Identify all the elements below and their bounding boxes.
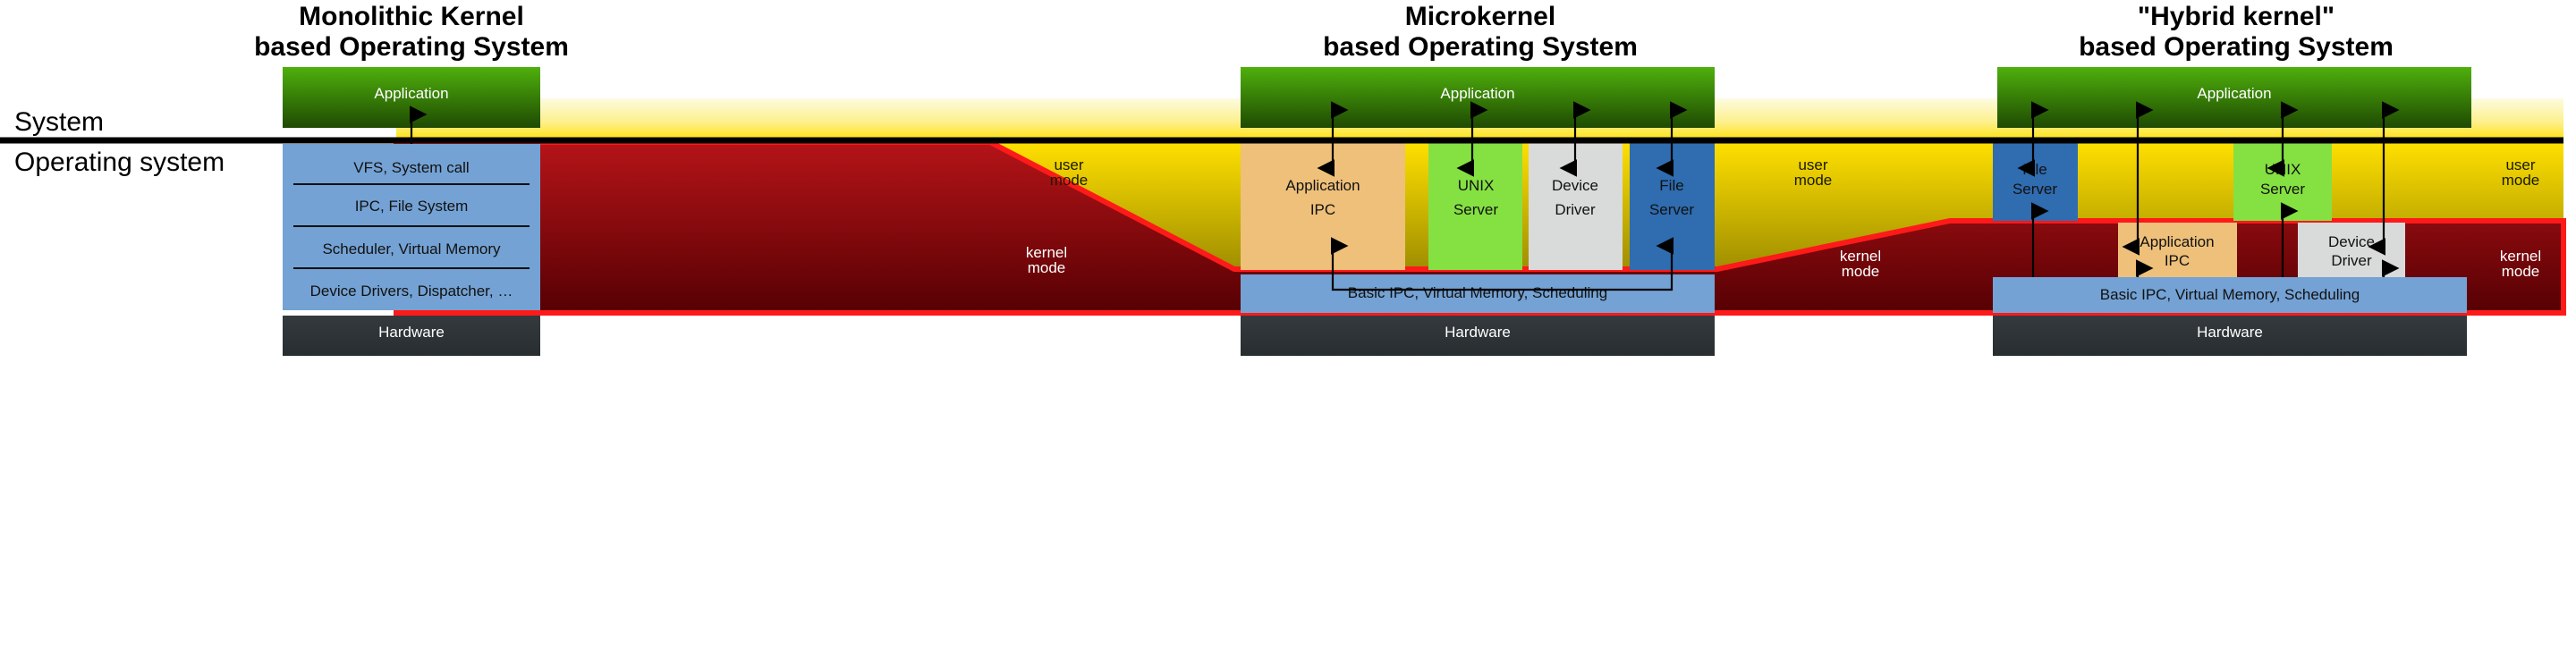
kernel-layer-label: VFS, System call: [353, 159, 469, 176]
hardware-label: Hardware: [378, 324, 445, 341]
hardware-label: Hardware: [1445, 324, 1511, 341]
column-title-line1: "Hybrid kernel": [2138, 2, 2334, 31]
server-label: Driver: [1555, 201, 1596, 218]
column-title-line2: based Operating System: [254, 32, 569, 62]
server-label: Device: [2328, 233, 2375, 250]
os-architecture-diagram: Monolithic Kernel based Operating System…: [0, 2, 2566, 356]
server-label: Server: [1453, 201, 1498, 218]
kernel-layer-label: Scheduler, Virtual Memory: [322, 240, 501, 257]
user-mode-label: mode: [1050, 172, 1089, 189]
microkernel-label: Basic IPC, Virtual Memory, Scheduling: [1348, 284, 1607, 301]
hardware-label: Hardware: [2197, 324, 2263, 341]
application-label: Application: [2197, 85, 2271, 102]
column-microkernel: Microkernel based Operating System Appli…: [1241, 2, 1715, 356]
server-label: Device: [1552, 177, 1598, 194]
server-label: Server: [2012, 181, 2057, 198]
server-label: Driver: [2331, 252, 2372, 269]
column-monolithic: Monolithic Kernel based Operating System…: [225, 2, 569, 356]
diagram-canvas: Monolithic Kernel based Operating System…: [0, 0, 2576, 658]
server-label: IPC: [2165, 252, 2190, 269]
server-label: Server: [2260, 181, 2305, 198]
server-label: Application: [2140, 233, 2214, 250]
application-label: Application: [1440, 85, 1514, 102]
user-mode-label: mode: [2502, 172, 2540, 189]
microkernel-label: Basic IPC, Virtual Memory, Scheduling: [2100, 286, 2360, 303]
user-mode-label: mode: [1794, 172, 1833, 189]
axis-label-system: System: [14, 107, 104, 137]
column-title-line1: Microkernel: [1405, 2, 1555, 31]
server-label: File: [2022, 161, 2046, 178]
server-label: File: [1659, 177, 1683, 194]
kernel-layer-label: IPC, File System: [355, 198, 469, 215]
server-label: Server: [1649, 201, 1694, 218]
column-title-line1: Monolithic Kernel: [299, 2, 524, 31]
server-label: UNIX: [1458, 177, 1495, 194]
kernel-mode-label: mode: [227, 225, 266, 242]
server-label: IPC: [1310, 201, 1335, 218]
kernel-mode-label: mode: [2502, 263, 2540, 280]
column-title-line2: based Operating System: [1323, 32, 1638, 62]
kernel-mode-label: mode: [1028, 259, 1066, 276]
kernel-layer-label: Device Drivers, Dispatcher, …: [310, 283, 513, 299]
axis-label-operating-system: Operating system: [14, 148, 225, 177]
application-label: Application: [374, 85, 448, 102]
column-title-line2: based Operating System: [2079, 32, 2394, 62]
server-label: Application: [1285, 177, 1360, 194]
kernel-mode-label: mode: [1842, 263, 1880, 280]
